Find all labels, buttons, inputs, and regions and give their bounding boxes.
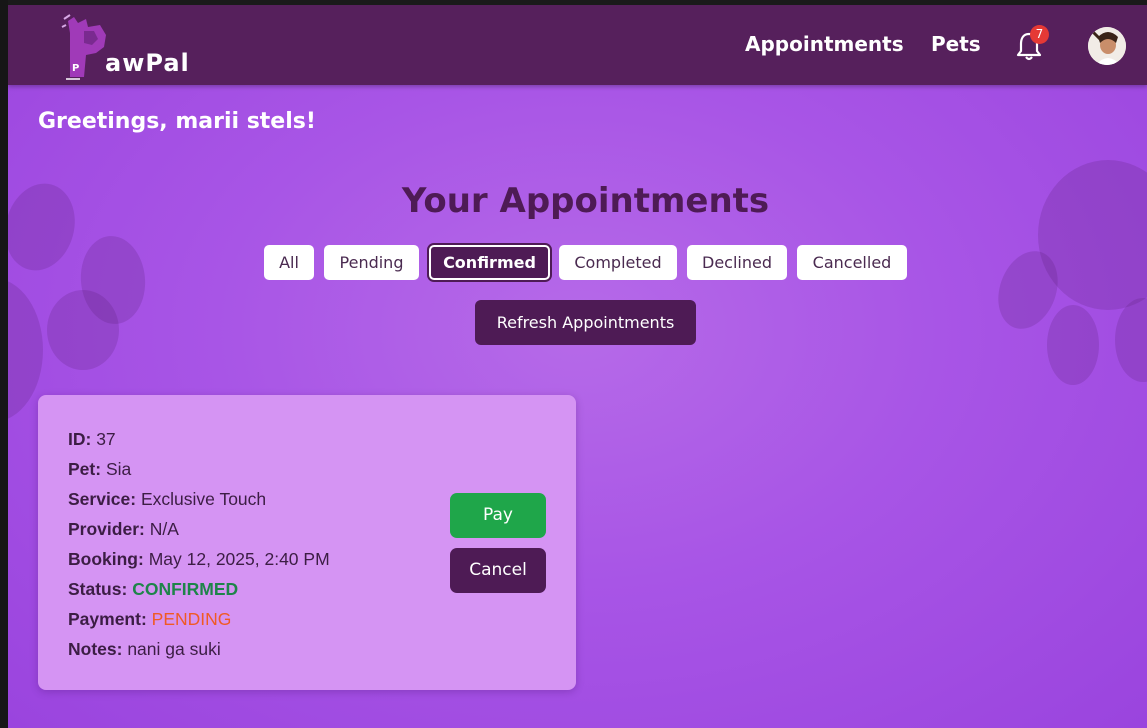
nav-pets-link[interactable]: Pets <box>931 32 981 56</box>
service-label: Service: <box>68 489 137 509</box>
status-value: CONFIRMED <box>132 579 239 599</box>
appointment-id-row: ID: 37 <box>68 429 116 450</box>
notification-count-badge: 7 <box>1030 25 1049 44</box>
pawpal-logo[interactable]: P awPal <box>60 13 190 80</box>
notes-value: nani ga suki <box>127 639 221 659</box>
payment-label: Payment: <box>68 609 147 629</box>
user-greeting: Greetings, marii stels! <box>38 109 316 134</box>
pet-label: Pet: <box>68 459 102 479</box>
filter-pending-button[interactable]: Pending <box>324 245 419 280</box>
filter-declined-button[interactable]: Declined <box>687 245 787 280</box>
appointment-payment-row: Payment: PENDING <box>68 609 231 630</box>
cancel-appointment-button[interactable]: Cancel <box>450 548 546 593</box>
avatar-image <box>1088 27 1126 65</box>
appointment-status-row: Status: CONFIRMED <box>68 579 238 600</box>
appointment-service-row: Service: Exclusive Touch <box>68 489 266 510</box>
service-value: Exclusive Touch <box>140 489 267 509</box>
booking-label: Booking: <box>68 549 144 569</box>
logo-letter: P <box>72 63 79 74</box>
payment-value: PENDING <box>151 609 232 629</box>
filter-confirmed-button[interactable]: Confirmed <box>429 245 550 280</box>
nav-appointments-link[interactable]: Appointments <box>745 32 904 56</box>
appointment-provider-row: Provider: N/A <box>68 519 179 540</box>
id-value: 37 <box>96 429 116 449</box>
id-label: ID: <box>68 429 92 449</box>
top-navbar: P awPal Appointments Pets 7 <box>8 5 1147 85</box>
filter-completed-button[interactable]: Completed <box>559 245 677 280</box>
filter-all-button[interactable]: All <box>264 245 314 280</box>
provider-label: Provider: <box>68 519 145 539</box>
logo-wordmark: awPal <box>105 49 190 77</box>
booking-value: May 12, 2025, 2:40 PM <box>148 549 330 569</box>
pay-button[interactable]: Pay <box>450 493 546 538</box>
pet-value: Sia <box>105 459 132 479</box>
status-label: Status: <box>68 579 128 599</box>
appointment-booking-row: Booking: May 12, 2025, 2:40 PM <box>68 549 330 570</box>
appointment-card: ID: 37 Pet: Sia Service: Exclusive Touch… <box>38 395 576 690</box>
appointment-pet-row: Pet: Sia <box>68 459 131 480</box>
filter-cancelled-button[interactable]: Cancelled <box>797 245 907 280</box>
app-root: P awPal Appointments Pets 7 Greetings, m… <box>8 5 1147 728</box>
appointment-notes-row: Notes: nani ga suki <box>68 639 221 660</box>
user-avatar[interactable] <box>1088 27 1126 65</box>
page-title: Your Appointments <box>401 181 770 221</box>
window-left-edge <box>0 0 8 728</box>
provider-value: N/A <box>149 519 179 539</box>
refresh-appointments-button[interactable]: Refresh Appointments <box>475 300 696 345</box>
notes-label: Notes: <box>68 639 123 659</box>
